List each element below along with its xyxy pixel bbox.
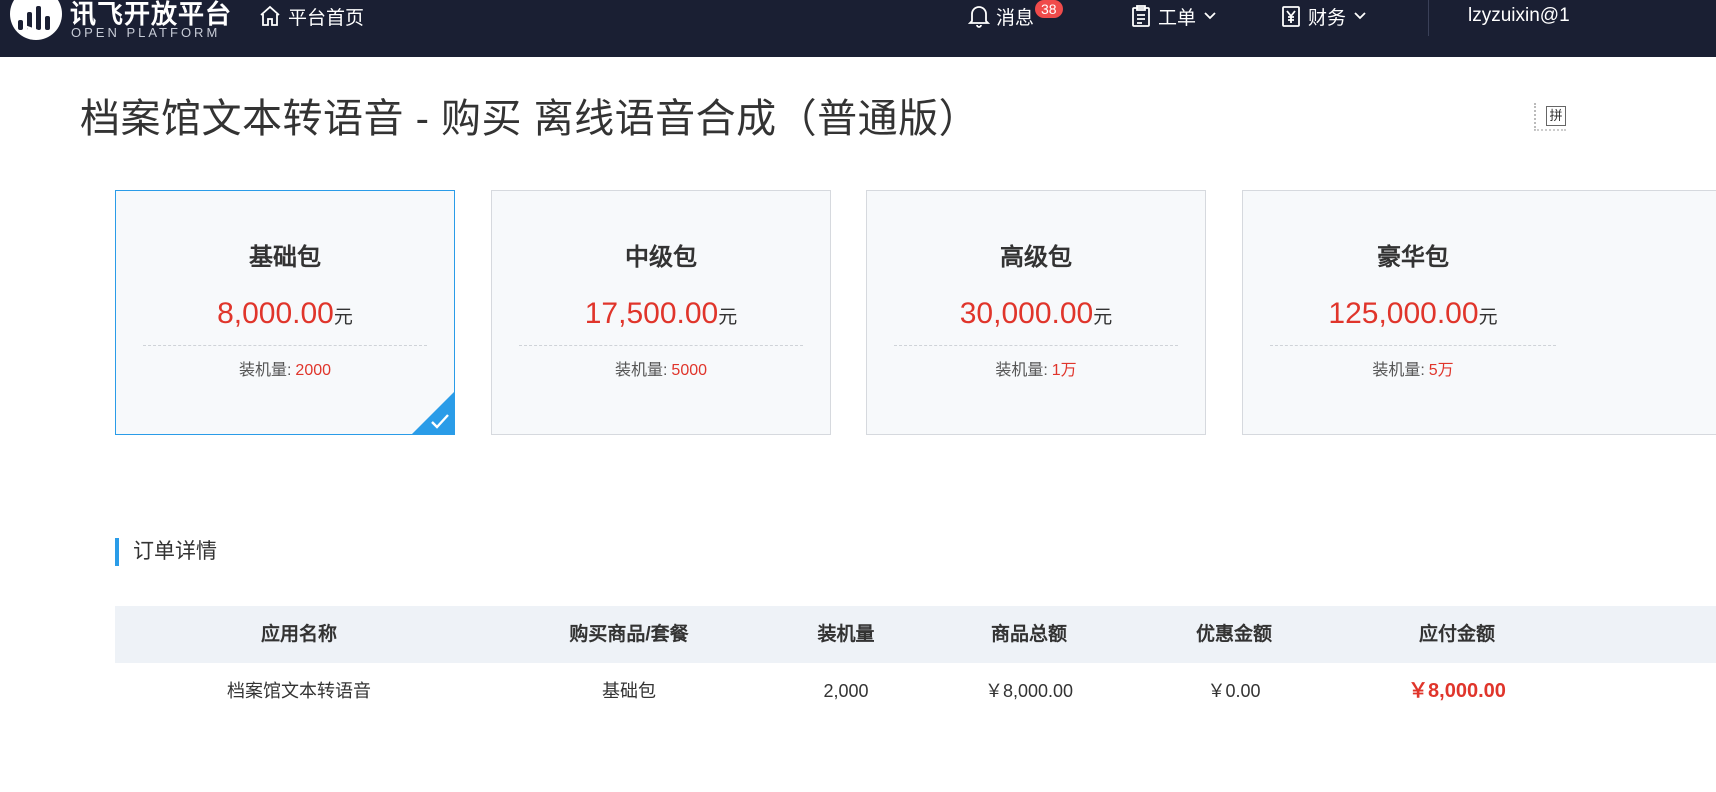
user-account-menu[interactable]: lzyzuixin@1 <box>1468 0 1570 32</box>
ime-pinyin-icon: 拼 <box>1546 106 1566 126</box>
package-price-unit: 元 <box>718 307 738 328</box>
package-spec-value: 5万 <box>1428 362 1454 379</box>
nav-home-label: 平台首页 <box>288 7 365 29</box>
package-card-basic[interactable]: 基础包 8,000.00元 装机量: 2000 <box>115 190 455 435</box>
card-divider <box>1270 345 1556 346</box>
package-price: 17,500.00元 <box>492 297 830 331</box>
package-price-unit: 元 <box>333 307 353 328</box>
column-header-payable: 应付金额 <box>1418 624 1495 645</box>
column-header-discount: 优惠金额 <box>1195 624 1272 645</box>
package-price: 30,000.00元 <box>867 297 1205 331</box>
column-header-product: 购买商品/套餐 <box>569 624 689 645</box>
package-price-unit: 元 <box>1093 307 1113 328</box>
column-header-app-name: 应用名称 <box>260 624 337 645</box>
messages-count-badge: 38 <box>1035 0 1063 18</box>
cell-app-name: 档案馆文本转语音 <box>227 681 371 701</box>
card-divider <box>143 345 427 346</box>
cell-product: 基础包 <box>602 681 656 701</box>
column-header-total: 商品总额 <box>990 624 1067 645</box>
nav-home-link[interactable]: 平台首页 <box>258 0 364 32</box>
package-price-value: 125,000.00 <box>1328 297 1479 330</box>
package-spec: 装机量: 2000 <box>116 356 454 380</box>
table-row: 档案馆文本转语音 基础包 2,000 ￥8,000.00 ￥0.00 ￥8,00… <box>115 663 1716 720</box>
package-price-unit: 元 <box>1478 307 1498 328</box>
nav-messages[interactable]: 消息 <box>968 0 1034 32</box>
order-table-header: 应用名称 购买商品/套餐 装机量 商品总额 优惠金额 应付金额 <box>115 606 1716 663</box>
package-card-intermediate[interactable]: 中级包 17,500.00元 装机量: 5000 <box>491 190 831 435</box>
package-card-advanced[interactable]: 高级包 30,000.00元 装机量: 1万 <box>866 190 1206 435</box>
package-spec-value: 1万 <box>1051 362 1077 379</box>
package-name: 豪华包 <box>1377 244 1449 271</box>
logo-text-en: OPEN PLATFORM <box>71 25 221 40</box>
bell-icon <box>968 6 990 28</box>
package-spec: 装机量: 5000 <box>492 356 830 380</box>
package-price-value: 30,000.00 <box>959 297 1094 330</box>
yen-book-icon <box>1282 6 1300 27</box>
package-price-value: 8,000.00 <box>217 297 334 330</box>
side-tool[interactable]: 拼 <box>1534 103 1566 131</box>
package-name: 基础包 <box>249 244 321 271</box>
nav-workorder[interactable]: 工单 <box>1130 0 1218 32</box>
nav-finance[interactable]: 财务 <box>1280 0 1368 32</box>
nav-finance-label: 财务 <box>1308 7 1347 29</box>
package-spec-label: 装机量: <box>238 362 292 379</box>
package-price: 125,000.00元 <box>1243 297 1583 331</box>
package-price: 8,000.00元 <box>116 297 454 331</box>
card-divider <box>519 345 803 346</box>
nav-divider <box>1428 0 1429 36</box>
checkmark-icon <box>431 414 449 429</box>
package-spec-value: 2000 <box>295 362 332 379</box>
package-card-deluxe[interactable]: 豪华包 125,000.00元 装机量: 5万 <box>1242 190 1716 435</box>
package-spec-value: 5000 <box>671 362 708 379</box>
package-spec-label: 装机量: <box>1372 362 1425 379</box>
top-navbar: 讯飞开放平台 OPEN PLATFORM 平台首页 消息 38 工单 财务 lz… <box>0 0 1716 57</box>
cell-discount: ￥0.00 <box>1207 681 1261 701</box>
page-title: 档案馆文本转语音 - 购买 离线语音合成（普通版） <box>80 97 980 141</box>
order-details-title: 订单详情 <box>115 538 217 566</box>
package-spec: 装机量: 5万 <box>1243 356 1583 380</box>
package-spec-label: 装机量: <box>614 362 668 379</box>
cell-payable: ￥8,000.00 <box>1408 680 1506 702</box>
chevron-down-icon <box>1354 12 1366 20</box>
logo[interactable]: 讯飞开放平台 OPEN PLATFORM <box>10 0 240 48</box>
chevron-down-icon <box>1204 12 1216 20</box>
nav-messages-label: 消息 <box>996 7 1035 29</box>
package-spec: 装机量: 1万 <box>867 356 1205 380</box>
clipboard-icon <box>1132 5 1150 27</box>
package-spec-label: 装机量: <box>995 362 1048 379</box>
package-name: 中级包 <box>625 244 697 271</box>
package-name: 高级包 <box>1000 244 1072 271</box>
column-header-installs: 装机量 <box>817 624 875 645</box>
cell-total: ￥8,000.00 <box>984 681 1074 701</box>
card-divider <box>894 345 1178 346</box>
package-price-value: 17,500.00 <box>584 297 719 330</box>
cell-installs: 2,000 <box>823 681 869 701</box>
nav-workorder-label: 工单 <box>1158 7 1197 29</box>
home-icon <box>260 5 280 26</box>
